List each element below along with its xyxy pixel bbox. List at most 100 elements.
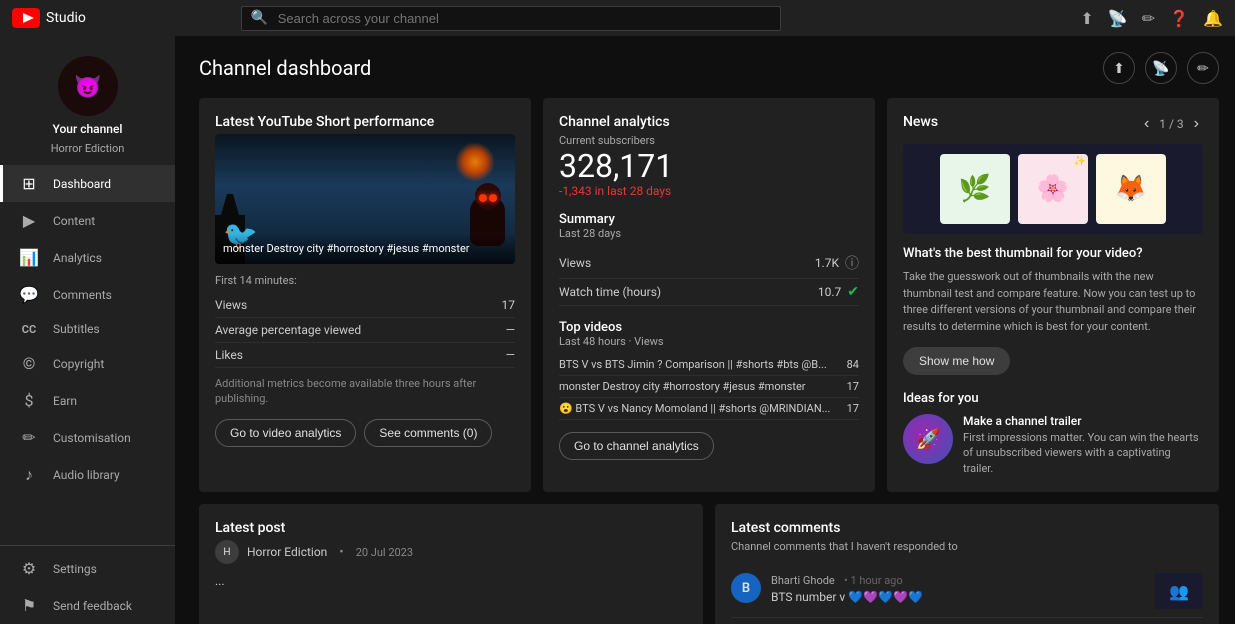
thumb-char-3: 🦊	[1096, 154, 1166, 224]
subtitles-icon: CC	[19, 323, 39, 336]
ideas-section: Ideas for you 🚀 Make a channel trailer F…	[903, 391, 1203, 476]
post-channel-name: Horror Ediction	[247, 545, 327, 559]
post-avatar: H	[215, 540, 239, 564]
idea-item-body: First impressions matter. You can win th…	[963, 430, 1203, 476]
youtube-icon	[12, 8, 40, 28]
channel-name: Your channel	[53, 122, 123, 136]
sidebar-item-label: Audio library	[53, 468, 120, 482]
ideas-title: Ideas for you	[903, 391, 1203, 406]
layout: 😈 Your channel Horror Ediction ⊞ Dashboa…	[0, 0, 1235, 624]
latest-post-title: Latest post	[215, 520, 687, 536]
metric-row-likes: Likes —	[215, 343, 515, 368]
subscribers-label: Current subscribers	[559, 134, 859, 147]
top-videos-title: Top videos	[559, 320, 859, 335]
logo[interactable]: Studio	[12, 8, 86, 28]
sidebar-item-comments[interactable]: 💬 Comments	[0, 276, 175, 313]
sidebar-item-label: Subtitles	[53, 322, 100, 336]
page-title: Channel dashboard	[199, 56, 371, 80]
news-page: 1 / 3	[1159, 117, 1183, 131]
create-post-button[interactable]: ✏	[1187, 52, 1219, 84]
sidebar-bottom: ⚙ Settings ⚑ Send feedback	[0, 545, 175, 624]
page-title-actions: ⬆ 📡 ✏	[1103, 52, 1219, 84]
channel-handle: Horror Ediction	[51, 142, 125, 155]
summary-title: Summary	[559, 212, 859, 227]
upload-button[interactable]: ⬆	[1103, 52, 1135, 84]
go-live-button[interactable]: 📡	[1145, 52, 1177, 84]
subscriber-count: 328,171	[559, 149, 859, 184]
idea-icon: 🚀	[903, 414, 953, 464]
copyright-icon: ©	[19, 354, 39, 373]
sidebar-item-settings[interactable]: ⚙ Settings	[0, 550, 175, 587]
show-me-how-button[interactable]: Show me how	[903, 347, 1010, 375]
content-icon: ▶	[19, 211, 39, 230]
sidebar-item-customisation[interactable]: ✏ Customisation	[0, 419, 175, 456]
subscriber-change: -1,343 in last 28 days	[559, 184, 859, 198]
sidebar-item-audio[interactable]: ♪ Audio library	[0, 456, 175, 494]
create-icon[interactable]: ✏	[1142, 9, 1155, 28]
avatar: 😈	[58, 56, 118, 116]
sidebar-item-subtitles[interactable]: CC Subtitles	[0, 313, 175, 345]
top-video-row-2: monster Destroy city #horrostory #jesus …	[559, 376, 859, 398]
summary-row-views: Views 1.7K ⓘ	[559, 248, 859, 279]
analytics-card-title: Channel analytics	[559, 114, 859, 130]
sidebar-item-label: Settings	[53, 562, 97, 576]
sidebar-item-label: Copyright	[53, 357, 104, 371]
upload-icon[interactable]: ⬆	[1080, 9, 1093, 28]
news-card-title: What's the best thumbnail for your video…	[903, 246, 1203, 261]
metric-note: Additional metrics become available thre…	[215, 376, 515, 407]
check-icon: ✔	[847, 284, 859, 300]
main-content: Channel dashboard ⬆ 📡 ✏ Latest YouTube S…	[175, 36, 1235, 624]
dashboard-icon: ⊞	[19, 174, 39, 193]
see-comments-button[interactable]: See comments (0)	[364, 419, 492, 447]
avatar-image: 😈	[58, 56, 118, 116]
live-icon[interactable]: 📡	[1108, 9, 1128, 28]
news-next-button[interactable]: ›	[1190, 115, 1203, 133]
post-meta: H Horror Ediction • 20 Jul 2023	[215, 540, 687, 564]
short-card-title: Latest YouTube Short performance	[215, 114, 515, 130]
sidebar-item-feedback[interactable]: ⚑ Send feedback	[0, 587, 175, 624]
go-to-channel-analytics-button[interactable]: Go to channel analytics	[559, 432, 714, 460]
settings-icon: ⚙	[19, 559, 39, 578]
go-to-video-analytics-button[interactable]: Go to video analytics	[215, 419, 356, 447]
svg-text:😈: 😈	[74, 74, 101, 100]
search-bar[interactable]: 🔍	[241, 6, 781, 31]
sidebar-item-label: Comments	[53, 288, 112, 302]
top-video-row-1: BTS V vs BTS Jimin ? Comparison || #shor…	[559, 354, 859, 376]
search-icon: 🔍	[251, 10, 268, 26]
top-video-row-3: 😮 BTS V vs Nancy Momoland || #shorts @MR…	[559, 398, 859, 420]
channel-analytics-card: Channel analytics Current subscribers 32…	[543, 98, 875, 492]
sidebar-item-label: Send feedback	[53, 599, 132, 613]
news-body: Take the guesswork out of thumbnails wit…	[903, 269, 1203, 335]
comment-content-1: Bharti Ghode • 1 hour ago BTS number v 💙…	[771, 573, 1145, 609]
sidebar-item-copyright[interactable]: © Copyright	[0, 345, 175, 382]
analytics-icon: 📊	[19, 248, 39, 267]
notification-icon[interactable]: 🔔	[1203, 9, 1223, 28]
studio-label: Studio	[46, 10, 86, 26]
sidebar-item-label: Content	[53, 214, 95, 228]
sidebar-item-dashboard[interactable]: ⊞ Dashboard	[0, 165, 175, 202]
commenter-name-1: Bharti Ghode	[771, 574, 835, 587]
short-thumbnail: 🐦 monster Destroy city #horrostory #jesu…	[215, 134, 515, 264]
thumb-char-2: 🌸 ✨	[1018, 154, 1088, 224]
latest-comments-card: Latest comments Channel comments that I …	[715, 504, 1219, 624]
customisation-icon: ✏	[19, 428, 39, 447]
short-thumb-overlay: monster Destroy city #horrostory #jesus …	[215, 233, 515, 264]
news-thumbnail: 🌿 🌸 ✨ 🦊	[903, 144, 1203, 234]
sidebar-nav: ⊞ Dashboard ▶ Content 📊 Analytics 💬 Comm…	[0, 165, 175, 494]
news-prev-button[interactable]: ‹	[1140, 115, 1153, 133]
sidebar-item-analytics[interactable]: 📊 Analytics	[0, 239, 175, 276]
comment-row-1: B Bharti Ghode • 1 hour ago BTS number v…	[731, 565, 1203, 618]
sidebar-item-content[interactable]: ▶ Content	[0, 202, 175, 239]
news-card: News ‹ 1 / 3 › 🌿 🌸 ✨ 🦊 What's	[887, 98, 1219, 492]
sidebar: 😈 Your channel Horror Ediction ⊞ Dashboa…	[0, 36, 175, 624]
idea-item: 🚀 Make a channel trailer First impressio…	[903, 414, 1203, 476]
news-nav: ‹ 1 / 3 ›	[1140, 115, 1203, 133]
help-icon[interactable]: ❓	[1169, 9, 1189, 28]
metric-row-avg: Average percentage viewed —	[215, 318, 515, 343]
topbar-actions: ⬆ 📡 ✏ ❓ 🔔	[1080, 9, 1223, 28]
bottom-row: Latest post H Horror Ediction • 20 Jul 2…	[199, 504, 1219, 624]
sidebar-item-earn[interactable]: $ Earn	[0, 382, 175, 419]
topbar: Studio 🔍 ⬆ 📡 ✏ ❓ 🔔	[0, 0, 1235, 36]
commenter-avatar-1: B	[731, 573, 761, 603]
search-input[interactable]	[241, 6, 781, 31]
